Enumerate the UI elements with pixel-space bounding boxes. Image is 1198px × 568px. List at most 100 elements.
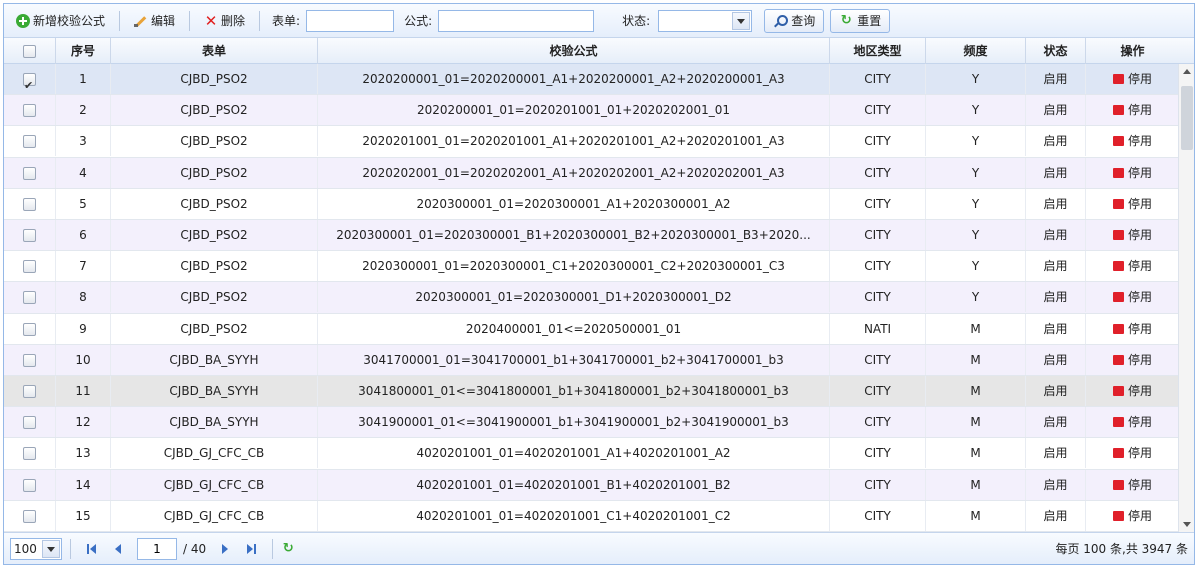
table-row[interactable]: 8 CJBD_PSO2 2020300001_01=2020300001_D1+20… — [4, 282, 1180, 314]
scroll-up-icon[interactable] — [1179, 64, 1195, 80]
page-size-select[interactable]: 100 — [10, 537, 62, 560]
row-checkbox[interactable] — [23, 104, 36, 118]
stop-button[interactable]: 停用 — [1112, 251, 1152, 281]
row-select[interactable] — [4, 407, 56, 438]
row-checkbox[interactable] — [23, 229, 36, 242]
row-select[interactable] — [4, 220, 56, 250]
header-frequency[interactable]: 频度 — [926, 38, 1026, 64]
row-select[interactable] — [4, 282, 56, 313]
stop-button[interactable]: 停用 — [1112, 314, 1152, 344]
header-formula[interactable]: 校验公式 — [318, 38, 830, 64]
row-checkbox[interactable] — [23, 135, 36, 149]
stop-button[interactable]: 停用 — [1112, 345, 1152, 375]
table-row[interactable]: 12 CJBD_BA_SYYH 3041900001_01<=3041900001_… — [4, 407, 1180, 439]
first-page-icon[interactable] — [83, 540, 101, 558]
status-filter-select[interactable] — [658, 9, 753, 32]
table-row[interactable]: 15 CJBD_GJ_CFC_CB 4020201001_01=4020201001… — [4, 500, 1180, 532]
table-row[interactable]: 4 CJBD_PSO2 2020202001_01=2020202001_A1+20… — [4, 157, 1180, 189]
row-select[interactable] — [4, 64, 56, 94]
cell-frequency: M — [926, 438, 1026, 469]
row-checkbox[interactable] — [23, 416, 36, 430]
cell-actions: 停用 — [1086, 376, 1180, 406]
table-row[interactable]: 2 CJBD_PSO2 2020200001_01=2020201001_01+20… — [4, 95, 1180, 127]
table-row[interactable]: 1CJBD_PSO22020200001_01=2020200001_A1+20… — [4, 64, 1180, 96]
table-row[interactable]: 13 CJBD_GJ_CFC_CB 4020201001_01=4020201001… — [4, 438, 1180, 470]
row-select[interactable] — [4, 469, 56, 500]
table-row[interactable]: 10 CJBD_BA_SYYH 3041700001_01=3041700001_b… — [4, 344, 1180, 376]
stop-label: 停用 — [1127, 290, 1152, 305]
row-select[interactable] — [4, 376, 56, 406]
vertical-scrollbar[interactable] — [1178, 64, 1194, 532]
stop-button[interactable]: 停用 — [1112, 189, 1152, 219]
header-region-type[interactable]: 地区类型 — [830, 38, 926, 64]
header-no[interactable]: 序号 — [56, 38, 111, 64]
prev-page-icon[interactable] — [109, 540, 127, 558]
row-select[interactable] — [4, 438, 56, 469]
toolbar: 新增校验公式 编辑 ✕ 删除 表单: 公式: 状态: 查询 ↻ 重置 — [4, 4, 1194, 38]
table-row[interactable]: 5 CJBD_PSO2 2020300001_01=2020300001_A1+20… — [4, 188, 1180, 220]
row-select[interactable] — [4, 157, 56, 188]
header-select-all[interactable] — [4, 38, 56, 64]
row-select[interactable] — [4, 344, 56, 375]
row-checkbox[interactable] — [23, 71, 36, 94]
row-select[interactable] — [4, 126, 56, 157]
table-row[interactable]: 6 CJBD_PSO2 2020300001_01=2020300001_B1+20… — [4, 220, 1180, 252]
row-checkbox[interactable] — [23, 291, 36, 305]
table-row[interactable]: 9 CJBD_PSO2 2020400001_01<=2020500001_01 NA… — [4, 313, 1180, 345]
stop-button[interactable]: 停用 — [1112, 438, 1152, 468]
stop-button[interactable]: 停用 — [1112, 64, 1152, 94]
row-checkbox[interactable] — [23, 197, 36, 211]
header-form[interactable]: 表单 — [111, 38, 318, 64]
row-checkbox[interactable] — [23, 478, 36, 492]
header-status[interactable]: 状态 — [1026, 38, 1086, 64]
row-checkbox[interactable] — [23, 322, 36, 336]
chevron-down-icon[interactable] — [42, 539, 60, 558]
table-row[interactable]: 3 CJBD_PSO2 2020201001_01=2020201001_A1+20… — [4, 126, 1180, 158]
stop-button[interactable]: 停用 — [1112, 220, 1152, 250]
stop-button[interactable]: 停用 — [1112, 501, 1152, 531]
page-number-input[interactable] — [137, 537, 177, 560]
stop-button[interactable]: 停用 — [1112, 95, 1152, 125]
scroll-down-icon[interactable] — [1179, 516, 1195, 532]
page-size-value: 100 — [14, 541, 37, 556]
row-select[interactable] — [4, 95, 56, 126]
table-row[interactable]: 11 CJBD_BA_SYYH 3041800001_01<=3041800001_… — [4, 376, 1180, 408]
scroll-thumb[interactable] — [1181, 86, 1193, 150]
stop-button[interactable]: 停用 — [1112, 470, 1152, 500]
row-checkbox[interactable] — [23, 385, 36, 398]
reset-button[interactable]: ↻ 重置 — [830, 8, 891, 33]
stop-button[interactable]: 停用 — [1112, 126, 1152, 156]
row-checkbox[interactable] — [23, 353, 36, 367]
row-checkbox[interactable] — [23, 447, 36, 461]
chevron-down-icon[interactable] — [732, 11, 751, 30]
search-button[interactable]: 查询 — [764, 8, 825, 33]
cell-status: 启用 — [1026, 188, 1086, 219]
add-formula-button[interactable]: 新增校验公式 — [10, 9, 111, 33]
row-select[interactable] — [4, 251, 56, 282]
cell-no: 6 — [56, 220, 111, 250]
row-select[interactable] — [4, 188, 56, 219]
row-select[interactable] — [4, 500, 56, 531]
select-all-checkbox[interactable] — [23, 45, 36, 58]
last-page-icon[interactable] — [242, 540, 260, 558]
edit-button[interactable]: 编辑 — [128, 9, 181, 33]
datagrid-panel: 新增校验公式 编辑 ✕ 删除 表单: 公式: 状态: 查询 ↻ 重置 序号 表单… — [3, 3, 1195, 565]
stop-button[interactable]: 停用 — [1112, 376, 1152, 406]
delete-button[interactable]: ✕ 删除 — [198, 9, 251, 33]
next-page-icon[interactable] — [216, 540, 234, 558]
row-select[interactable] — [4, 313, 56, 344]
row-checkbox[interactable] — [23, 260, 36, 274]
table-row[interactable]: 14 CJBD_GJ_CFC_CB 4020201001_01=4020201001… — [4, 469, 1180, 501]
stop-button[interactable]: 停用 — [1112, 407, 1152, 437]
formula-filter-label: 公式: — [404, 14, 433, 28]
form-filter-input[interactable] — [306, 9, 395, 32]
stop-button[interactable]: 停用 — [1112, 158, 1152, 188]
table-row[interactable]: 7 CJBD_PSO2 2020300001_01=2020300001_C1+20… — [4, 251, 1180, 283]
stop-button[interactable]: 停用 — [1112, 282, 1152, 312]
formula-filter-input[interactable] — [438, 9, 595, 32]
refresh-icon[interactable]: ↻ — [281, 541, 295, 556]
header-actions[interactable]: 操作 — [1086, 38, 1180, 64]
row-checkbox[interactable] — [23, 166, 36, 180]
cell-status: 启用 — [1026, 344, 1086, 375]
row-checkbox[interactable] — [23, 509, 36, 523]
